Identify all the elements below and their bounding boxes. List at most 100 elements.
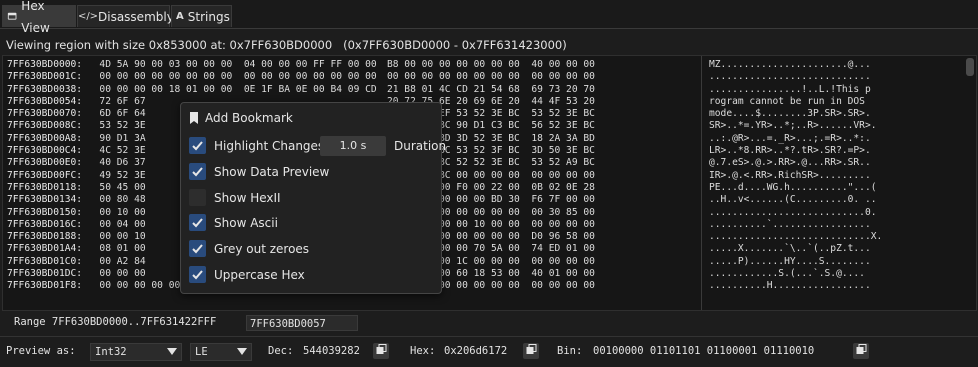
- ascii-row[interactable]: ..:.@R>...=._R>...;.=R>..*:.: [709, 133, 882, 145]
- strings-icon: A: [176, 10, 184, 22]
- row-address: 7FF630BD0118:: [7, 181, 83, 193]
- row-bytes-right[interactable]: 00 00 00 00 00 00 00 00 00 00 00 00: [387, 71, 595, 82]
- row-bytes-left[interactable]: 50 45 00: [99, 182, 145, 193]
- row-address: 7FF630BD0000:: [7, 59, 83, 70]
- row-bytes-right[interactable]: 21 B8 01 4C CD 21 54 68 69 73 20 70: [387, 84, 595, 95]
- range-bar: Range 7FF630BD0000..7FF631422FFF 7FF630B…: [0, 312, 978, 334]
- show-ascii-option[interactable]: Show Ascii: [189, 214, 278, 231]
- ascii-row[interactable]: ................!..L.!This p: [709, 84, 882, 96]
- show-hexii-checkbox[interactable]: [189, 189, 206, 206]
- dec-label: Dec:: [268, 345, 294, 357]
- hex-row[interactable]: 7FF630BD0038: 00 00 00 00 18 01 00 00 0E…: [7, 84, 595, 96]
- tab-hex-view[interactable]: Hex View: [2, 0, 76, 35]
- bin-value: 00100000 01101101 01100001 01110010: [593, 345, 815, 357]
- highlight-changes-option[interactable]: Highlight Changes: [189, 137, 324, 154]
- ascii-row[interactable]: @.7.eS>.@.>.RR>.@...RR>.SR..: [709, 157, 882, 169]
- show-data-preview-option[interactable]: Show Data Preview: [189, 163, 329, 180]
- row-bytes-left[interactable]: 00 10 00: [99, 207, 145, 218]
- row-address: 7FF630BD0150:: [7, 206, 83, 218]
- row-bytes-left[interactable]: 00 04 00: [99, 219, 145, 230]
- type-select[interactable]: Int32: [90, 343, 182, 361]
- show-hexii-option[interactable]: Show HexII: [189, 189, 281, 206]
- hex-editor-panel[interactable]: 7FF630BD0000: 4D 5A 90 00 03 00 00 00 04…: [2, 55, 977, 311]
- highlight-changes-label: Highlight Changes: [214, 138, 325, 153]
- bin-label: Bin:: [557, 345, 583, 357]
- region-info: Viewing region with size 0x853000 at: 0x…: [6, 38, 567, 52]
- row-bytes-left[interactable]: 00 00 10: [99, 231, 145, 242]
- uppercase-hex-option[interactable]: Uppercase Hex: [189, 266, 305, 283]
- row-bytes-left[interactable]: 90 D1 3A: [99, 133, 145, 144]
- ascii-row[interactable]: IR>.@.<.RR>.RichSR>.........: [709, 170, 882, 182]
- ascii-row[interactable]: ..........H.................: [709, 280, 882, 292]
- dec-value: 544039282: [303, 345, 360, 357]
- ascii-row[interactable]: .....P)......HY....S........: [709, 256, 882, 268]
- ascii-row[interactable]: MZ......................@...: [709, 59, 882, 71]
- ascii-row[interactable]: ...........................0.: [709, 207, 882, 219]
- row-bytes-left[interactable]: 72 6F 67: [99, 96, 145, 107]
- row-address: 7FF630BD001C:: [7, 71, 83, 83]
- copy-dec-button[interactable]: [373, 343, 389, 359]
- ascii-row[interactable]: SR>..*=.YR>..*;..R>......VR>.: [709, 120, 882, 132]
- grey-out-zeroes-label: Grey out zeroes: [214, 241, 310, 256]
- chevron-down-icon: [167, 348, 177, 355]
- uppercase-hex-checkbox[interactable]: [189, 266, 206, 283]
- row-bytes-left[interactable]: 00 00 00 00 18 01 00 00 0E 1F BA 0E 00 B…: [99, 84, 376, 95]
- ascii-row[interactable]: LR>..*8.RR>..*?.tR>.SR?.=P>.: [709, 145, 882, 157]
- address-input[interactable]: 7FF630BD0057: [246, 315, 358, 331]
- highlight-changes-checkbox[interactable]: [189, 137, 206, 154]
- copy-hex-button[interactable]: [523, 343, 539, 359]
- row-bytes-left[interactable]: 00 00 00 00 00 00 00 00 00 00 00 00 00 0…: [99, 71, 376, 82]
- ascii-row[interactable]: rogram cannot be run in DOS: [709, 96, 882, 108]
- row-address: 7FF630BD0038:: [7, 83, 83, 95]
- copy-icon: [376, 344, 387, 358]
- hex-scrollbar[interactable]: [966, 58, 974, 76]
- row-address: 7FF630BD008C:: [7, 120, 83, 132]
- row-address: 7FF630BD01F8:: [7, 280, 83, 292]
- ascii-row[interactable]: ............................X.: [709, 231, 882, 243]
- row-bytes-left[interactable]: 4C 52 3E: [99, 145, 145, 156]
- type-select-value: Int32: [95, 346, 127, 358]
- endian-select[interactable]: LE: [190, 343, 252, 361]
- row-bytes-right[interactable]: B8 00 00 00 00 00 00 00 40 00 00 00: [387, 59, 595, 70]
- row-bytes-left[interactable]: 00 00 00: [99, 268, 145, 279]
- ascii-row[interactable]: mode....$........3P.SR>.SR>.: [709, 108, 882, 120]
- tab-disassembly[interactable]: </> Disassembly: [77, 5, 174, 27]
- grey-out-zeroes-option[interactable]: Grey out zeroes: [189, 240, 309, 257]
- row-bytes-left[interactable]: 49 52 3E: [99, 170, 145, 181]
- row-bytes-left[interactable]: 53 52 3E: [99, 120, 145, 131]
- show-ascii-checkbox[interactable]: [189, 214, 206, 231]
- tab-strings[interactable]: A Strings: [171, 5, 232, 27]
- row-address: 7FF630BD00A8:: [7, 132, 83, 144]
- hex-row[interactable]: 7FF630BD0000: 4D 5A 90 00 03 00 00 00 04…: [7, 59, 595, 71]
- row-bytes-left[interactable]: 40 D6 37: [99, 157, 145, 168]
- row-address: 7FF630BD0134:: [7, 194, 83, 206]
- duration-input[interactable]: 1.0 s: [320, 136, 386, 156]
- bookmark-icon: [189, 112, 199, 124]
- row-bytes-left[interactable]: 08 01 00: [99, 243, 145, 254]
- copy-icon: [856, 344, 867, 358]
- ascii-row[interactable]: ............................: [709, 71, 882, 83]
- ascii-rows[interactable]: MZ......................@...............…: [709, 59, 882, 293]
- ascii-row[interactable]: .....X.......`\..`(..pZ.t...: [709, 243, 882, 255]
- data-preview-bar: Preview as: Int32 LE Dec: 544039282 Hex:…: [0, 340, 978, 364]
- show-data-preview-checkbox[interactable]: [189, 163, 206, 180]
- hex-row[interactable]: 7FF630BD001C: 00 00 00 00 00 00 00 00 00…: [7, 71, 595, 83]
- grey-out-zeroes-checkbox[interactable]: [189, 240, 206, 257]
- copy-bin-button[interactable]: [853, 343, 869, 359]
- tab-bar: Hex View </> Disassembly A Strings: [0, 0, 978, 35]
- row-bytes-left[interactable]: 6D 6F 64: [99, 108, 145, 119]
- row-bytes-left[interactable]: 00 80 48: [99, 194, 145, 205]
- row-bytes-left[interactable]: 00 A2 84: [99, 256, 145, 267]
- ascii-row[interactable]: PE...d....WG.h.........."...(: [709, 182, 882, 194]
- show-hexii-label: Show HexII: [214, 190, 281, 205]
- add-bookmark-item[interactable]: Add Bookmark: [189, 111, 293, 125]
- duration-label: Duration: [394, 139, 447, 153]
- uppercase-hex-label: Uppercase Hex: [214, 267, 305, 282]
- ascii-row[interactable]: ............S.(...`.S.@....: [709, 268, 882, 280]
- add-bookmark-label: Add Bookmark: [205, 111, 293, 125]
- row-address: 7FF630BD0054:: [7, 95, 83, 107]
- show-ascii-label: Show Ascii: [214, 215, 278, 230]
- ascii-row[interactable]: ..H..v<......(C.........0. ..: [709, 194, 882, 206]
- row-bytes-left[interactable]: 4D 5A 90 00 03 00 00 00 04 00 00 00 FF F…: [99, 59, 376, 70]
- ascii-row[interactable]: ..........`.................: [709, 219, 882, 231]
